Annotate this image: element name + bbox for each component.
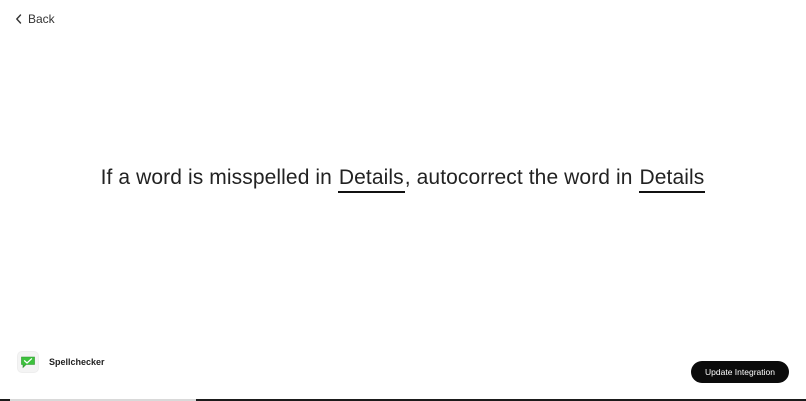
speech-bubble-check-icon bbox=[21, 356, 35, 368]
rule-text-part1: If a word is misspelled in bbox=[100, 166, 332, 189]
source-field-picker[interactable]: Details bbox=[337, 166, 405, 193]
integration-rule-view: Back If a word is misspelled in Details,… bbox=[0, 0, 806, 401]
chevron-left-icon bbox=[16, 14, 22, 24]
rule-sentence: If a word is misspelled in Details, auto… bbox=[0, 166, 806, 193]
back-button[interactable]: Back bbox=[15, 11, 55, 27]
target-field-picker[interactable]: Details bbox=[638, 166, 706, 193]
app-name: Spellchecker bbox=[49, 357, 105, 367]
update-integration-button[interactable]: Update Integration bbox=[691, 361, 789, 383]
back-label: Back bbox=[28, 12, 55, 26]
rule-text-part2: , autocorrect the word in bbox=[404, 166, 633, 189]
spellchecker-logo-icon bbox=[18, 352, 38, 372]
app-identity: Spellchecker bbox=[18, 352, 105, 372]
